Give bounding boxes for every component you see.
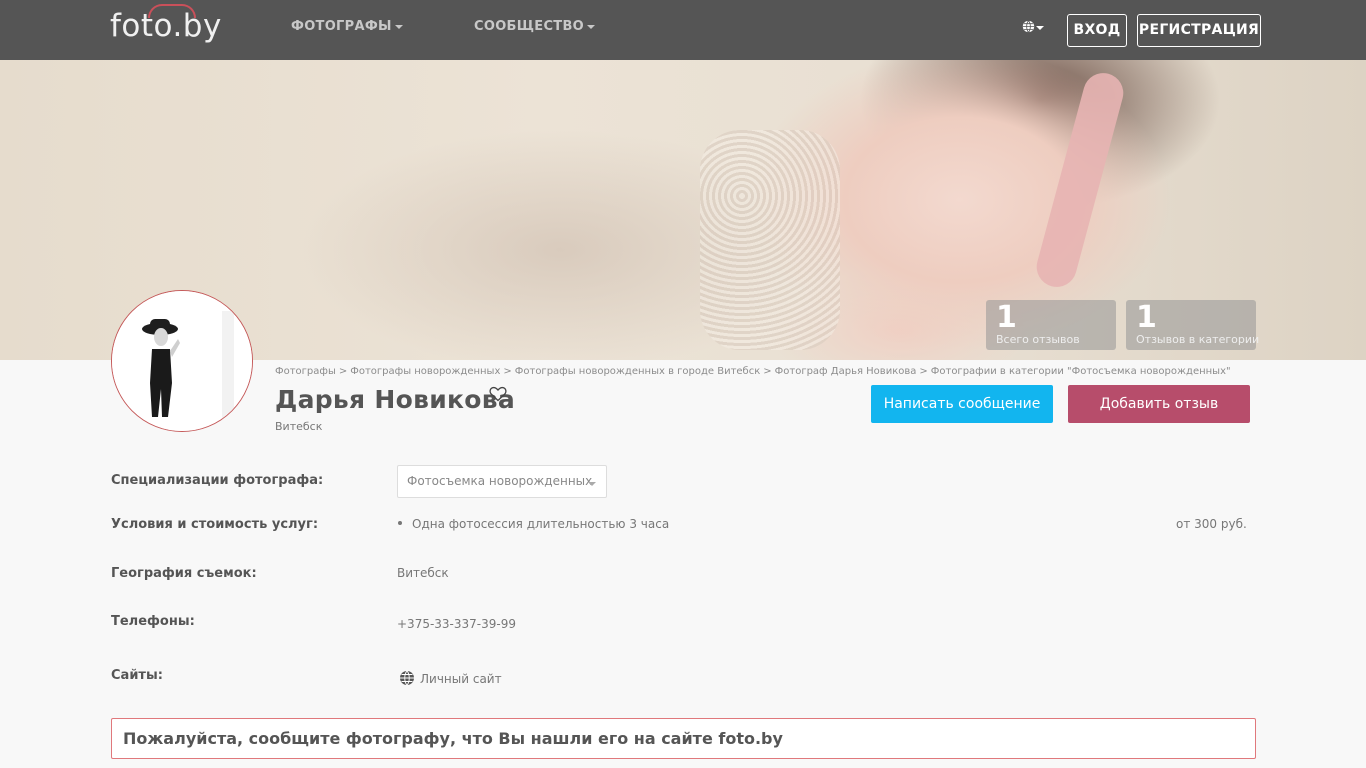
photographer-city: Витебск xyxy=(275,420,323,433)
avatar[interactable] xyxy=(111,290,253,432)
list-bullet xyxy=(398,521,402,525)
globe-icon xyxy=(1022,20,1035,33)
notice-banner: Пожалуйста, сообщите фотографу, что Вы н… xyxy=(111,718,1256,759)
breadcrumb-separator: > xyxy=(338,366,348,377)
specialization-select-value: Фотосъемка новорожденных xyxy=(407,474,593,488)
login-button[interactable]: ВХОД xyxy=(1067,14,1127,47)
site-logo[interactable]: foto.by xyxy=(110,4,222,48)
breadcrumb: Фотографы > Фотографы новорожденных > Фотогр… xyxy=(275,366,1231,377)
language-selector[interactable] xyxy=(1022,20,1044,36)
geography-value: Витебск xyxy=(397,566,449,580)
breadcrumb-separator: > xyxy=(919,366,928,377)
nav-community-label: СООБЩЕСТВО xyxy=(474,19,585,34)
stat-total-reviews-label: Всего отзывов xyxy=(996,333,1080,346)
phone-value[interactable]: +375-33-337-39-99 xyxy=(397,617,516,631)
chevron-down-icon xyxy=(1036,26,1044,30)
breadcrumb-item[interactable]: Фотографы новорожденных xyxy=(350,366,500,377)
nav-photographers-label: ФОТОГРАФЫ xyxy=(291,19,392,34)
avatar-portrait xyxy=(112,291,252,431)
specialization-select[interactable]: Фотосъемка новорожденных xyxy=(397,465,607,498)
photographer-name: Дарья Новикова xyxy=(275,385,516,414)
service-price: от 300 руб. xyxy=(1176,517,1247,531)
sites-label: Сайты: xyxy=(111,668,163,683)
breadcrumb-item[interactable]: Фотографы xyxy=(275,366,336,377)
chevron-down-icon xyxy=(587,24,596,29)
register-button[interactable]: РЕГИСТРАЦИЯ xyxy=(1137,14,1261,47)
breadcrumb-item[interactable]: Фотограф Дарья Новикова xyxy=(775,366,917,377)
chevron-down-icon xyxy=(588,482,596,486)
specializations-label: Специализации фотографа: xyxy=(111,473,324,488)
stat-category-reviews-value: 1 xyxy=(1136,300,1157,335)
stat-category-reviews-label: Отзывов в категории xyxy=(1136,333,1260,346)
cover-headband-detail xyxy=(1032,68,1128,292)
nav-community[interactable]: СООБЩЕСТВО xyxy=(474,19,596,34)
add-review-button[interactable]: Добавить отзыв xyxy=(1068,385,1250,423)
nav-photographers[interactable]: ФОТОГРАФЫ xyxy=(291,19,403,34)
send-message-button[interactable]: Написать сообщение xyxy=(871,385,1053,423)
breadcrumb-item[interactable]: Фотографии в категории "Фотосъемка новор… xyxy=(931,366,1231,377)
geography-label: География съемок: xyxy=(111,566,257,581)
globe-icon xyxy=(400,670,414,686)
breadcrumb-separator: > xyxy=(503,366,512,377)
stat-total-reviews[interactable]: 1 Всего отзывов xyxy=(986,300,1116,350)
stat-total-reviews-value: 1 xyxy=(996,300,1017,335)
top-navbar: foto.by ФОТОГРАФЫ СООБЩЕСТВО ВХОД РЕГИСТ… xyxy=(0,0,1366,60)
logo-text: foto.by xyxy=(110,8,222,44)
chevron-down-icon xyxy=(394,24,403,29)
breadcrumb-item[interactable]: Фотографы новорожденных в городе Витебск xyxy=(515,366,761,377)
conditions-label: Условия и стоимость услуг: xyxy=(111,517,319,532)
service-description: Одна фотосессия длительностью 3 часа xyxy=(412,517,670,531)
stat-category-reviews[interactable]: 1 Отзывов в категории xyxy=(1126,300,1260,350)
breadcrumb-separator: > xyxy=(763,366,772,377)
cover-lace-detail xyxy=(700,130,840,350)
phones-label: Телефоны: xyxy=(111,614,195,629)
personal-site-link[interactable]: Личный сайт xyxy=(420,672,502,686)
heart-icon[interactable] xyxy=(489,386,507,402)
